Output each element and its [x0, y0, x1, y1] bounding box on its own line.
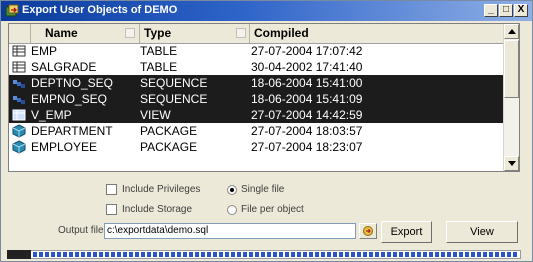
- view-icon: [12, 108, 28, 122]
- column-header-type-label: Type: [144, 26, 172, 40]
- table-cell-compiled: 27-07-2004 17:07:42: [251, 44, 363, 58]
- sequence-icon: [12, 76, 28, 90]
- browse-button[interactable]: [359, 223, 377, 239]
- table-icon: [12, 44, 28, 58]
- export-progress-bar: [7, 250, 521, 259]
- table-cell-name: EMP: [31, 44, 58, 58]
- column-header-compiled-label: Compiled: [254, 26, 309, 40]
- view-button[interactable]: View: [446, 221, 518, 243]
- header-icon-column: [9, 24, 31, 43]
- include-storage-checkbox[interactable]: [106, 204, 117, 215]
- minimize-button[interactable]: _: [484, 4, 498, 17]
- export-button[interactable]: Export: [381, 221, 432, 243]
- progress-fill: [9, 252, 519, 257]
- table-cell-name: DEPTNO_SEQ: [31, 76, 114, 90]
- table-cell-compiled: 18-06-2004 15:41:09: [251, 92, 363, 106]
- table-row[interactable]: EMP TABLE 27-07-2004 17:07:42: [9, 43, 505, 59]
- table-cell-compiled: 30-04-2002 17:41:40: [251, 60, 363, 74]
- table-cell-compiled: 18-06-2004 15:41:00: [251, 76, 363, 90]
- window-title: Export User Objects of DEMO: [22, 4, 178, 16]
- scroll-down-button[interactable]: [504, 156, 519, 171]
- include-privileges-label: Include Privileges: [122, 184, 201, 195]
- browse-icon: [363, 226, 373, 236]
- scroll-thumb[interactable]: [504, 40, 519, 98]
- grid-header: Name Type Compiled: [9, 24, 505, 44]
- table-row[interactable]: EMPLOYEE PACKAGE 27-07-2004 18:23:07: [9, 139, 505, 155]
- file-per-object-radio[interactable]: [227, 205, 237, 215]
- sort-indicator: [236, 28, 246, 38]
- column-header-name-label: Name: [45, 26, 78, 40]
- single-file-radio[interactable]: [227, 185, 237, 195]
- table-cell-type: PACKAGE: [140, 140, 198, 154]
- package-icon: [12, 140, 28, 154]
- maximize-button[interactable]: □: [499, 4, 513, 17]
- package-icon: [12, 124, 28, 138]
- table-cell-name: DEPARTMENT: [31, 124, 113, 138]
- table-row[interactable]: EMPNO_SEQ SEQUENCE 18-06-2004 15:41:09: [9, 91, 505, 107]
- table-cell-name: V_EMP: [31, 108, 72, 122]
- table-row[interactable]: V_EMP VIEW 27-07-2004 14:42:59: [9, 107, 505, 123]
- table-cell-type: VIEW: [140, 108, 171, 122]
- objects-grid[interactable]: Name Type Compiled EMP TABLE 27-07-2004 17…: [8, 23, 520, 172]
- include-storage-label: Include Storage: [122, 204, 193, 215]
- table-cell-name: EMPNO_SEQ: [31, 92, 108, 106]
- table-cell-type: SEQUENCE: [140, 76, 208, 90]
- sequence-icon: [12, 92, 28, 106]
- table-cell-type: PACKAGE: [140, 124, 198, 138]
- single-file-label: Single file: [241, 184, 285, 195]
- table-cell-type: TABLE: [140, 60, 178, 74]
- title-bar[interactable]: Export User Objects of DEMO _ □ X: [1, 1, 532, 21]
- output-file-field[interactable]: c:\exportdata\demo.sql: [104, 223, 356, 239]
- file-per-object-label: File per object: [241, 204, 304, 215]
- table-icon: [12, 60, 28, 74]
- include-privileges-checkbox[interactable]: [106, 184, 117, 195]
- column-header-compiled[interactable]: Compiled: [250, 24, 505, 43]
- grid-rows: EMP TABLE 27-07-2004 17:07:42 SALGRADE TABLE…: [9, 43, 505, 155]
- column-header-name[interactable]: Name: [31, 24, 140, 43]
- arrow-down-icon: [508, 161, 516, 166]
- table-cell-type: SEQUENCE: [140, 92, 208, 106]
- table-cell-type: TABLE: [140, 44, 178, 58]
- scroll-up-button[interactable]: [504, 24, 519, 39]
- export-app-icon: [5, 4, 19, 17]
- table-row[interactable]: DEPTNO_SEQ SEQUENCE 18-06-2004 15:41:00: [9, 75, 505, 91]
- table-cell-compiled: 27-07-2004 18:23:07: [251, 140, 363, 154]
- close-button[interactable]: X: [514, 4, 528, 17]
- table-cell-compiled: 27-07-2004 18:03:57: [251, 124, 363, 138]
- sort-indicator: [125, 28, 135, 38]
- column-header-type[interactable]: Type: [140, 24, 250, 43]
- table-row[interactable]: DEPARTMENT PACKAGE 27-07-2004 18:03:57: [9, 123, 505, 139]
- table-cell-name: SALGRADE: [31, 60, 97, 74]
- table-cell-name: EMPLOYEE: [31, 140, 98, 154]
- vertical-scrollbar[interactable]: [503, 24, 519, 171]
- arrow-up-icon: [508, 29, 516, 34]
- export-dialog: Export User Objects of DEMO _ □ X Name T…: [0, 0, 533, 262]
- output-file-label: Output file: [58, 225, 104, 236]
- table-cell-compiled: 27-07-2004 14:42:59: [251, 108, 363, 122]
- table-row[interactable]: SALGRADE TABLE 30-04-2002 17:41:40: [9, 59, 505, 75]
- progress-start-marker: [7, 250, 31, 259]
